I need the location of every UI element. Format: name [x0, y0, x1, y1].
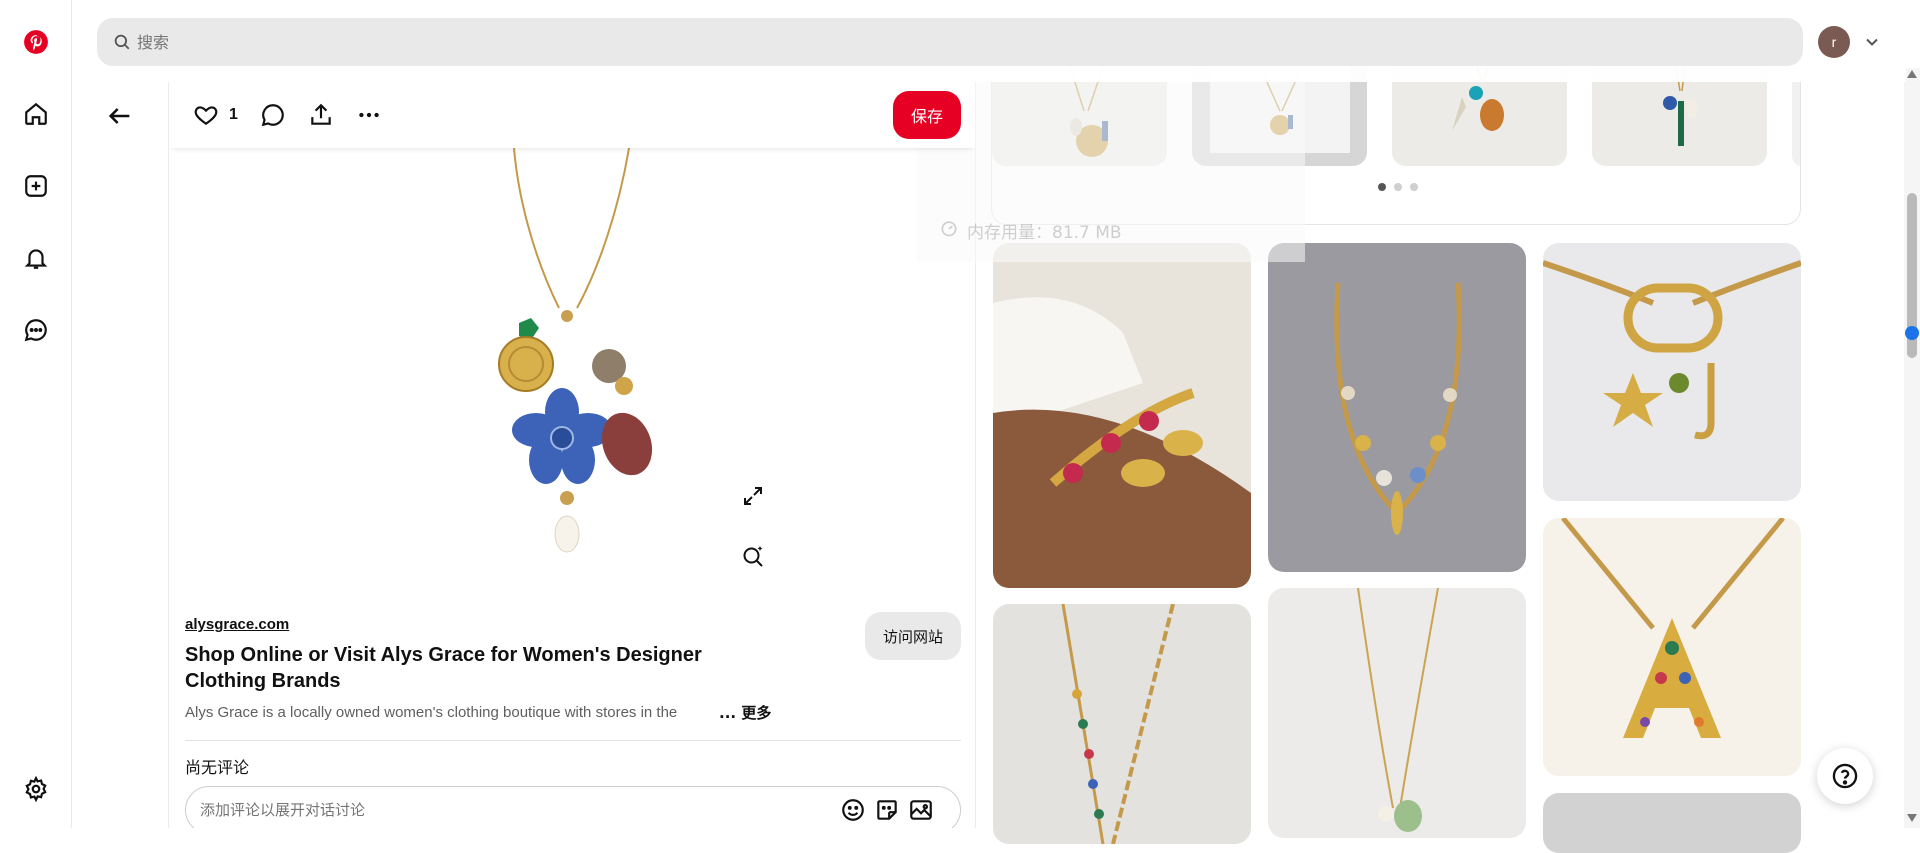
- expand-image-button[interactable]: [735, 478, 771, 514]
- pin-image[interactable]: [169, 147, 975, 658]
- ellipsis-icon: [359, 112, 379, 118]
- necklace-image: [498, 147, 653, 553]
- search-bar[interactable]: [97, 18, 1803, 66]
- create-icon[interactable]: [12, 162, 60, 210]
- share-upload-icon: [311, 103, 331, 125]
- help-button[interactable]: [1817, 748, 1873, 804]
- related-pin-partial[interactable]: [1543, 793, 1801, 853]
- search-input[interactable]: [137, 32, 1737, 52]
- pagination-dot[interactable]: [1410, 183, 1418, 191]
- carousel-pagination: [1378, 183, 1418, 191]
- search-icon: [114, 34, 130, 50]
- scroll-down-icon[interactable]: [1907, 814, 1917, 822]
- related-pin-letter-a-pendant[interactable]: [1543, 518, 1801, 776]
- pin-detail-card: 1 保存 alysgrace.com 访问网站 Shop Online or V…: [168, 82, 976, 828]
- related-pin-charm-necklace[interactable]: [1268, 243, 1526, 572]
- heart-icon: [194, 106, 218, 125]
- like-button[interactable]: 1: [193, 95, 238, 135]
- question-mark-icon: [1832, 763, 1858, 789]
- expand-arrows-icon: [744, 487, 762, 505]
- avatar[interactable]: r: [1818, 26, 1850, 58]
- related-pin-pendant-necklace[interactable]: [1268, 588, 1526, 838]
- sticker-icon[interactable]: [874, 797, 900, 823]
- chevron-down-icon[interactable]: [1862, 32, 1882, 52]
- image-upload-icon[interactable]: [908, 797, 934, 823]
- source-domain-link[interactable]: alysgrace.com: [185, 616, 289, 633]
- emoji-icon[interactable]: [840, 797, 866, 823]
- arrow-left-icon: [108, 108, 130, 124]
- visit-website-button[interactable]: 访问网站: [865, 612, 961, 660]
- pin-description: Alys Grace is a locally owned women's cl…: [185, 704, 678, 721]
- pinterest-logo-icon[interactable]: [12, 18, 60, 66]
- share-button[interactable]: [308, 95, 334, 135]
- notifications-bell-icon[interactable]: [12, 234, 60, 282]
- scroll-up-icon[interactable]: [1907, 70, 1917, 78]
- home-icon[interactable]: [12, 90, 60, 138]
- comment-button[interactable]: [260, 95, 286, 135]
- like-count: 1: [229, 106, 238, 123]
- scroll-position-indicator: [1905, 326, 1919, 340]
- related-pin-carabiner-charm[interactable]: [1543, 243, 1801, 501]
- comment-input-box[interactable]: [185, 786, 961, 828]
- page-scrollbar[interactable]: [1904, 68, 1920, 828]
- more-options-button[interactable]: [356, 95, 382, 135]
- comment-input[interactable]: [200, 801, 840, 819]
- related-pin-bracelet[interactable]: [993, 243, 1251, 588]
- visual-search-button[interactable]: [735, 538, 771, 574]
- save-button[interactable]: 保存: [893, 91, 961, 139]
- related-pin-beaded-necklace[interactable]: [993, 604, 1251, 844]
- top-bar: r: [73, 0, 1906, 82]
- messages-icon[interactable]: [12, 306, 60, 354]
- pin-title: Shop Online or Visit Alys Grace for Wome…: [185, 644, 702, 692]
- settings-gear-icon[interactable]: [12, 765, 60, 813]
- comment-bubble-icon: [261, 104, 284, 127]
- pagination-dot[interactable]: [1394, 183, 1402, 191]
- pin-toolbar: 1 保存: [169, 82, 975, 148]
- pagination-dot[interactable]: [1378, 183, 1386, 191]
- back-button[interactable]: [96, 92, 144, 140]
- comments-status: 尚无评论: [185, 758, 250, 777]
- show-more-link[interactable]: ... 更多: [713, 702, 772, 723]
- divider: [185, 740, 961, 741]
- visual-search-icon: [743, 546, 763, 567]
- sidebar: [0, 0, 72, 828]
